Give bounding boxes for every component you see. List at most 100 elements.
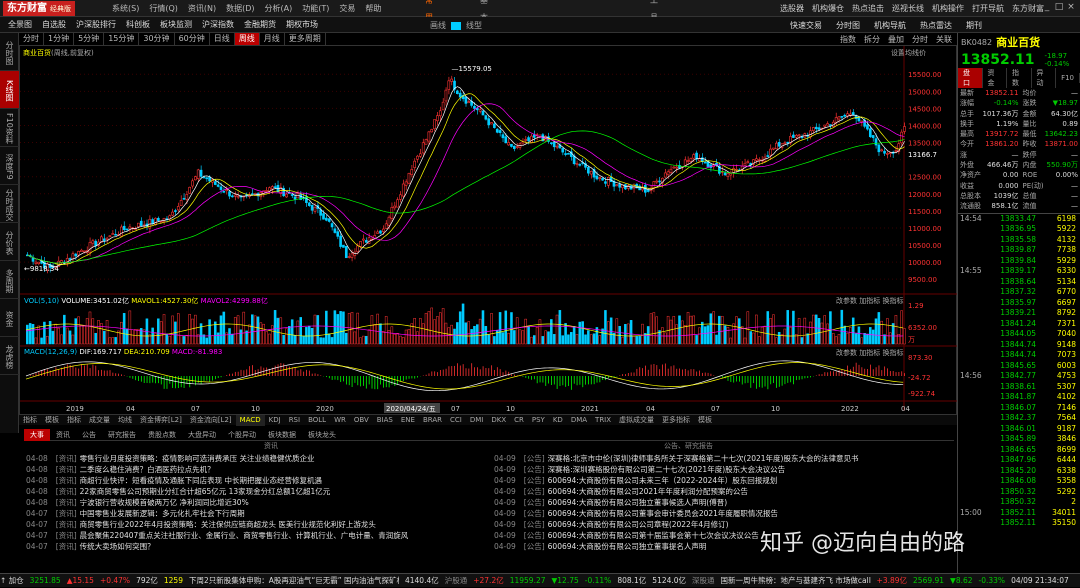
top-link[interactable]: 选股器 <box>780 0 804 17</box>
indicator-tab[interactable]: KD <box>549 415 567 426</box>
side-tab[interactable]: K线图 <box>0 71 19 109</box>
news-title[interactable]: 600694:大商股份有限公司独立董事候选人声明(傅晋) <box>548 498 728 507</box>
news-title[interactable]: 600694:大商股份有限公司公司章程(2022年4月修订) <box>548 520 729 529</box>
menu-item[interactable]: 行情(Q) <box>149 0 178 17</box>
news-tab[interactable]: 贵股点数 <box>142 429 182 441</box>
indicator-tab[interactable]: 指标 <box>19 415 41 426</box>
quick-nav-item[interactable]: 沪深指数 <box>202 19 234 30</box>
indicator-tab[interactable]: DKX <box>487 415 510 426</box>
news-item[interactable]: 04-07 [资讯] 中国零售业发展新逻辑：多元化扎牢社会下行周期 <box>26 508 486 519</box>
top-link[interactable]: 机构操作 <box>932 0 964 17</box>
quote-tab[interactable]: 资金 <box>983 68 1008 88</box>
news-tab[interactable]: 大盘异动 <box>182 429 222 441</box>
news-item[interactable]: 04-08 [资讯] 宁波银行营收规模首破两万亿 净利润同比增近30% <box>26 497 486 508</box>
chart-tool[interactable]: 叠加 <box>888 34 904 45</box>
news-title[interactable]: 晨会聚焦220407重点关注社服行业、金属行业、商贸零售行业、计算机行业、广电计… <box>80 531 409 540</box>
menu-item[interactable]: 数据(D) <box>226 0 254 17</box>
period-tab[interactable]: 1分钟 <box>44 33 75 45</box>
top-link[interactable]: 巡视长线 <box>892 0 924 17</box>
quick-nav-item[interactable]: 分时图 <box>836 20 860 31</box>
news-tab[interactable]: 板块龙头 <box>302 429 342 441</box>
indicator-tab[interactable]: PSY <box>528 415 549 426</box>
menu-item[interactable]: 系统(S) <box>112 0 139 17</box>
quote-tab[interactable]: 盘口 <box>958 68 983 88</box>
side-tab[interactable]: 分时图 <box>0 33 19 71</box>
quote-tab[interactable]: 指数 <box>1007 68 1032 88</box>
news-title[interactable]: 深赛格:北京市中伦(深圳)律师事务所关于深赛格第二十七次(2021年度)股东大会… <box>548 454 859 463</box>
news-item[interactable]: 04-09 [公告] 600694:大商股份有限公司2021年年度利润分配预案的公告 <box>494 486 954 497</box>
indicator-tab[interactable]: TRIX <box>591 415 615 426</box>
side-tab[interactable]: 深度F9 <box>0 147 19 185</box>
news-title[interactable]: 零售行业月度投资策略：疫情影响可选消费承压 关注业绩稳健优质企业 <box>80 454 315 463</box>
period-tab[interactable]: 日线 <box>210 33 235 45</box>
indicator-tab[interactable]: BRAR <box>419 415 446 426</box>
chart-tool[interactable]: 分时 <box>912 34 928 45</box>
indicator-tab[interactable]: BIAS <box>373 415 397 426</box>
news-item[interactable]: 04-08 [资讯] 商超行业快评：短看疫情及通胀下同店表现 中长期把握业态经营修复… <box>26 475 486 486</box>
quick-nav-item[interactable]: 板块监测 <box>160 19 192 30</box>
period-tab[interactable]: 30分钟 <box>139 33 175 45</box>
news-title[interactable]: 600694:大商股份有限公司未来三年（2022-2024年）股东回报规划 <box>548 476 778 485</box>
news-item[interactable]: 04-07 [资讯] 传统大卖场如何突围？ <box>26 541 486 552</box>
indicator-tab[interactable]: CR <box>510 415 528 426</box>
period-tab[interactable]: 60分钟 <box>175 33 210 45</box>
quick-nav-item[interactable]: 全景图 <box>8 19 32 30</box>
news-title[interactable]: 600694:大商股份有限公司董事会审计委员会2021年度履职情况报告 <box>548 509 778 518</box>
quick-nav-item[interactable]: 期刊 <box>966 20 982 31</box>
side-tab[interactable]: 龙虎榜 <box>0 337 19 375</box>
indicator-tab[interactable]: RSI <box>285 415 304 426</box>
news-ticker-2[interactable]: 国新一周牛熊榜：地产与基建齐飞 市场做calI强槽长 <box>721 574 871 588</box>
news-title[interactable]: 600694:大商股份有限公司独立董事提名人声明 <box>548 542 707 551</box>
period-tab[interactable]: 分时 <box>19 33 44 45</box>
period-tab[interactable]: 15分钟 <box>104 33 140 45</box>
menu-item[interactable]: 分析(A) <box>265 0 293 17</box>
news-tab[interactable]: 研究报告 <box>102 429 142 441</box>
side-tab[interactable]: 分时成交 <box>0 185 19 223</box>
menu-item[interactable]: 帮助 <box>365 0 381 17</box>
period-tab[interactable]: 周线 <box>234 33 260 45</box>
top-link[interactable]: 机构爆仓 <box>812 0 844 17</box>
color-swatch[interactable] <box>451 21 461 30</box>
indicator-tab[interactable]: 资金流向[L2] <box>186 415 236 426</box>
quick-nav-item[interactable]: 科创板 <box>126 19 150 30</box>
kline-chart[interactable]: 商业百货(周线,前复权) 设置均线价 15500.00 15000.00 14500… <box>19 45 958 415</box>
indicator-tab[interactable]: 指标 <box>63 415 85 426</box>
top-link[interactable]: 热点追击 <box>852 0 884 17</box>
side-tab[interactable]: 分价表 <box>0 223 19 261</box>
quick-nav-item[interactable]: 沪深股排行 <box>76 19 116 30</box>
indicator-tab[interactable]: 资金博弈[L2] <box>136 415 186 426</box>
period-tab[interactable]: 更多周期 <box>285 33 326 45</box>
news-title[interactable]: 深赛格:深圳赛格股份有限公司第二十七次(2021年度)股东大会决议公告 <box>548 465 785 474</box>
chart-tool[interactable]: 指数 <box>840 34 856 45</box>
news-tab[interactable]: 板块数据 <box>262 429 302 441</box>
menu-item[interactable]: 功能(T) <box>302 0 329 17</box>
quick-nav-item[interactable]: 快速交易 <box>790 20 822 31</box>
news-title[interactable]: 600694:大商股份有限公司2021年年度利润分配预案的公告 <box>548 487 748 496</box>
period-tab[interactable]: 月线 <box>260 33 285 45</box>
indicator-tab[interactable]: ENE <box>397 415 419 426</box>
news-title[interactable]: 传统大卖场如何突围？ <box>80 542 155 551</box>
news-item[interactable]: 04-09 [公告] 600694:大商股份有限公司独立董事候选人声明(傅晋) <box>494 497 954 508</box>
news-title[interactable]: 商超行业快评：短看疫情及通胀下同店表现 中长期把握业态经营修复机遇 <box>80 476 322 485</box>
indicator-tab[interactable]: KDJ <box>265 415 285 426</box>
news-item[interactable]: 04-09 [公告] 深赛格:北京市中伦(深圳)律师事务所关于深赛格第二十七次(20… <box>494 453 954 464</box>
news-item[interactable]: 04-09 [公告] 600694:大商股份有限公司董事会审计委员会2021年度履职… <box>494 508 954 519</box>
news-tab[interactable]: 公告 <box>76 429 102 441</box>
quick-nav-item[interactable]: 机构导航 <box>874 20 906 31</box>
chart-tool[interactable]: 关联 <box>936 34 952 45</box>
news-item[interactable]: 04-08 [资讯] 22家商贸零售公司预期业分红合计超65亿元 13家现金分红总额… <box>26 486 486 497</box>
quick-nav-item[interactable]: 热点雷达 <box>920 20 952 31</box>
quick-nav-item[interactable]: 金融期货 <box>244 19 276 30</box>
news-title[interactable]: 600694:大商股份有限公司第十届监事会第十七次会议决议公告 <box>548 531 759 540</box>
indicator-tab[interactable]: 模板 <box>694 415 716 426</box>
menu-item[interactable]: 资讯(N) <box>188 0 216 17</box>
quote-tab[interactable]: 异动 <box>1032 68 1057 88</box>
news-title[interactable]: 商贸零售行业2022年4月投资策略：关注保供应链商超龙头 医美行业规范化利好上游… <box>80 520 376 529</box>
indicator-tab[interactable]: 更多指标 <box>658 415 694 426</box>
vol-tools[interactable]: 改参数 加指标 换指标 <box>836 296 903 306</box>
maximize-icon[interactable]: □ <box>1053 2 1065 12</box>
indicator-tab[interactable]: 虚拟成交量 <box>615 415 658 426</box>
news-item[interactable]: 04-09 [公告] 600694:大商股份有限公司未来三年（2022-2024年）… <box>494 475 954 486</box>
top-link[interactable]: 东方财富 <box>1012 0 1044 17</box>
news-title[interactable]: 中国零售业发展新逻辑：多元化扎牢社会下行周期 <box>80 509 245 518</box>
